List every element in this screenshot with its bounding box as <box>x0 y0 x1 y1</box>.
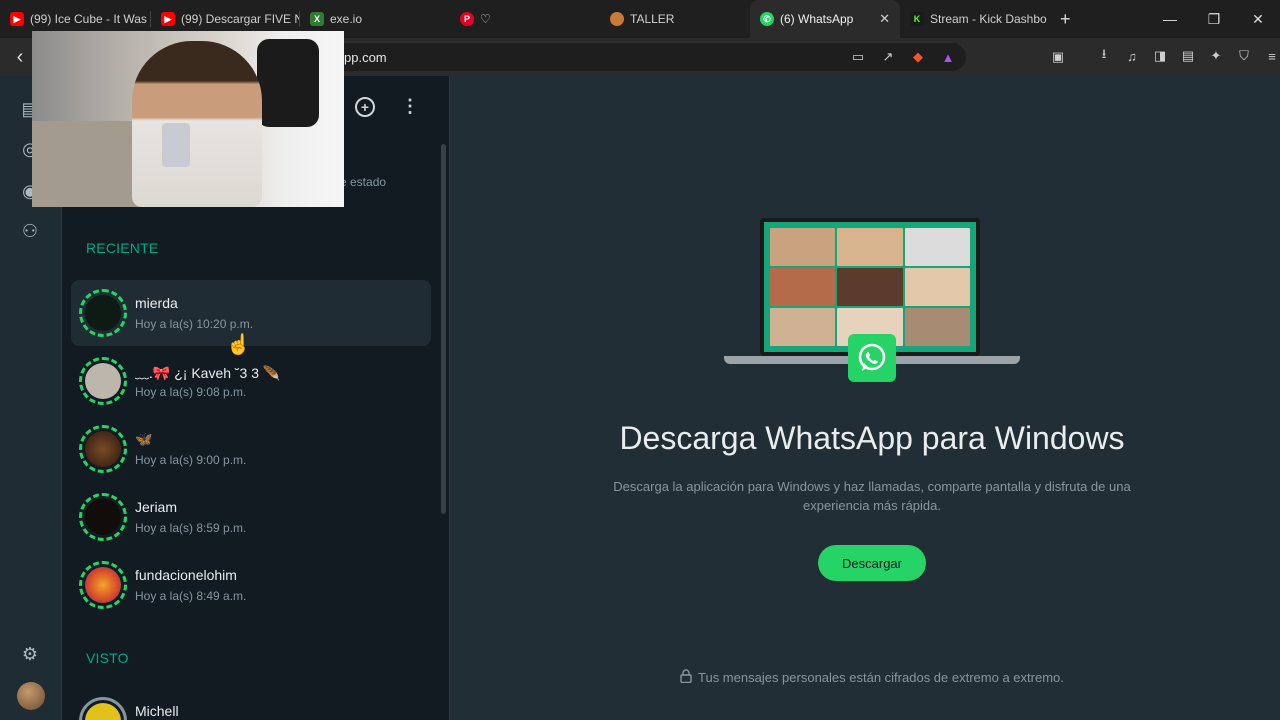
avatar <box>85 567 121 603</box>
encryption-text: Tus mensajes personales están cifrados d… <box>698 670 1064 685</box>
scrollbar[interactable] <box>441 144 446 514</box>
media-icon[interactable]: ♫ <box>1124 48 1140 64</box>
video-call-grid <box>770 228 970 346</box>
tab-title: exe.io <box>330 12 363 26</box>
status-name: mierda <box>135 295 178 311</box>
status-time: Hoy a la(s) 8:49 a.m. <box>135 589 247 603</box>
status-ring <box>79 493 127 541</box>
youtube-icon: ▶ <box>161 12 175 26</box>
tab-title: (99) Descargar FIVE N <box>181 12 299 26</box>
tab-title: (99) Ice Cube - It Was <box>30 12 147 26</box>
wallet-icon[interactable]: ▤ <box>1180 48 1196 64</box>
pinterest-icon: P <box>460 12 474 26</box>
status-item[interactable]: ﹏.🎀 ¿¡ Kaveh ˘3 3 🪶 Hoy a la(s) 9:08 p.m… <box>71 348 431 414</box>
webcam-background <box>257 39 319 127</box>
download-icon[interactable]: ⭳ <box>1096 46 1112 64</box>
status-item[interactable]: Michell <box>71 688 431 720</box>
share-icon[interactable]: ↗ <box>880 49 896 65</box>
tab-whatsapp[interactable]: ✆ (6) WhatsApp ✕ <box>750 0 900 38</box>
status-time: Hoy a la(s) 8:59 p.m. <box>135 521 247 535</box>
status-name: Michell <box>135 703 179 719</box>
url-text: pp.com <box>344 49 387 65</box>
window-controls: — ❐ ✕ <box>1148 0 1280 38</box>
more-options-icon[interactable]: ⋮ <box>401 96 419 117</box>
avatar <box>85 295 121 331</box>
status-name: ﹏.🎀 ¿¡ Kaveh ˘3 3 🪶 <box>135 365 281 381</box>
tab-kick[interactable]: K Stream - Kick Dashbo <box>900 0 1050 38</box>
communities-icon[interactable]: ⚇ <box>17 218 43 244</box>
restore-icon[interactable]: ❐ <box>1192 11 1236 28</box>
status-time: Hoy a la(s) 9:08 p.m. <box>135 385 247 399</box>
vpn-shield-icon[interactable]: ⛉ <box>1236 48 1252 64</box>
profile-avatar[interactable] <box>17 682 45 710</box>
tab-title: (6) WhatsApp <box>780 12 854 26</box>
whatsapp-logo-icon <box>848 334 896 382</box>
tab-taller[interactable]: TALLER <box>600 0 750 38</box>
omnibox-icons: ▭ ↗ ◆ ▲ <box>850 49 956 65</box>
minimize-icon[interactable]: — <box>1148 11 1192 27</box>
tab-title: TALLER <box>630 12 675 26</box>
status-item[interactable]: fundacionelohim Hoy a la(s) 8:49 a.m. <box>71 552 431 618</box>
status-ring <box>79 697 127 720</box>
youtube-icon: ▶ <box>10 12 24 26</box>
whatsapp-icon: ✆ <box>760 12 774 26</box>
status-item[interactable]: mierda Hoy a la(s) 10:20 p.m. <box>71 280 431 346</box>
intro-pane: Descarga WhatsApp para Windows Descarga … <box>450 76 1280 720</box>
status-ring <box>79 289 127 337</box>
avatar <box>85 703 121 720</box>
webcam-background <box>32 121 142 207</box>
close-window-icon[interactable]: ✕ <box>1236 11 1280 28</box>
close-tab-icon[interactable]: ✕ <box>879 11 890 27</box>
brave-rewards-icon[interactable]: ▲ <box>940 49 956 65</box>
encryption-notice: Tus mensajes personales están cifrados d… <box>680 669 1064 686</box>
status-name: fundacionelohim <box>135 567 237 583</box>
status-ring <box>79 561 127 609</box>
my-status-hint: e estado <box>340 175 387 189</box>
taller-icon <box>610 12 624 26</box>
kick-icon: K <box>910 12 924 26</box>
tab-title: Stream - Kick Dashbo <box>930 12 1047 26</box>
section-seen-title: VISTO <box>86 650 129 666</box>
webcam-person <box>132 41 262 207</box>
avatar <box>85 431 121 467</box>
exeio-icon: X <box>310 12 324 26</box>
sidebar-icon[interactable]: ◨ <box>1152 48 1168 64</box>
status-time: Hoy a la(s) 10:20 p.m. <box>135 317 254 331</box>
menu-icon[interactable]: ≡ <box>1264 48 1280 64</box>
section-recent-title: RECIENTE <box>86 240 159 256</box>
reader-mode-icon[interactable]: ▣ <box>1050 49 1066 65</box>
intro-headline: Descarga WhatsApp para Windows <box>619 420 1125 456</box>
panel-actions: + ⋮ <box>355 96 419 117</box>
install-app-icon[interactable]: ▭ <box>850 49 866 65</box>
webcam-phone <box>162 123 190 167</box>
leo-ai-icon[interactable]: ✦ <box>1208 48 1224 64</box>
status-time: Hoy a la(s) 9:00 p.m. <box>135 453 247 467</box>
status-ring <box>79 425 127 473</box>
intro-subtext: Descarga la aplicación para Windows y ha… <box>613 479 1131 513</box>
mouse-cursor-icon: ☝ <box>226 334 251 356</box>
status-name: 🦋 <box>135 431 153 447</box>
tab-extra: ♡ <box>480 12 491 26</box>
laptop-illustration <box>724 218 1020 382</box>
avatar <box>85 363 121 399</box>
status-name: Jeriam <box>135 499 178 515</box>
status-item[interactable]: Jeriam Hoy a la(s) 8:59 p.m. <box>71 484 431 550</box>
add-status-icon[interactable]: + <box>355 96 375 117</box>
lock-icon <box>680 669 692 686</box>
tab-pinterest[interactable]: P ♡ <box>450 0 600 38</box>
new-tab-button[interactable]: + <box>1050 9 1081 30</box>
webcam-overlay <box>32 31 344 207</box>
status-item[interactable]: 🦋 Hoy a la(s) 9:00 p.m. <box>71 416 431 482</box>
settings-icon[interactable]: ⚙ <box>17 641 43 667</box>
brave-shields-icon[interactable]: ◆ <box>910 49 926 65</box>
download-button[interactable]: Descargar <box>818 545 926 581</box>
avatar <box>85 499 121 535</box>
toolbar-icons: ⭳ ♫ ◨ ▤ ✦ ⛉ ≡ <box>1096 46 1280 64</box>
status-ring <box>79 357 127 405</box>
